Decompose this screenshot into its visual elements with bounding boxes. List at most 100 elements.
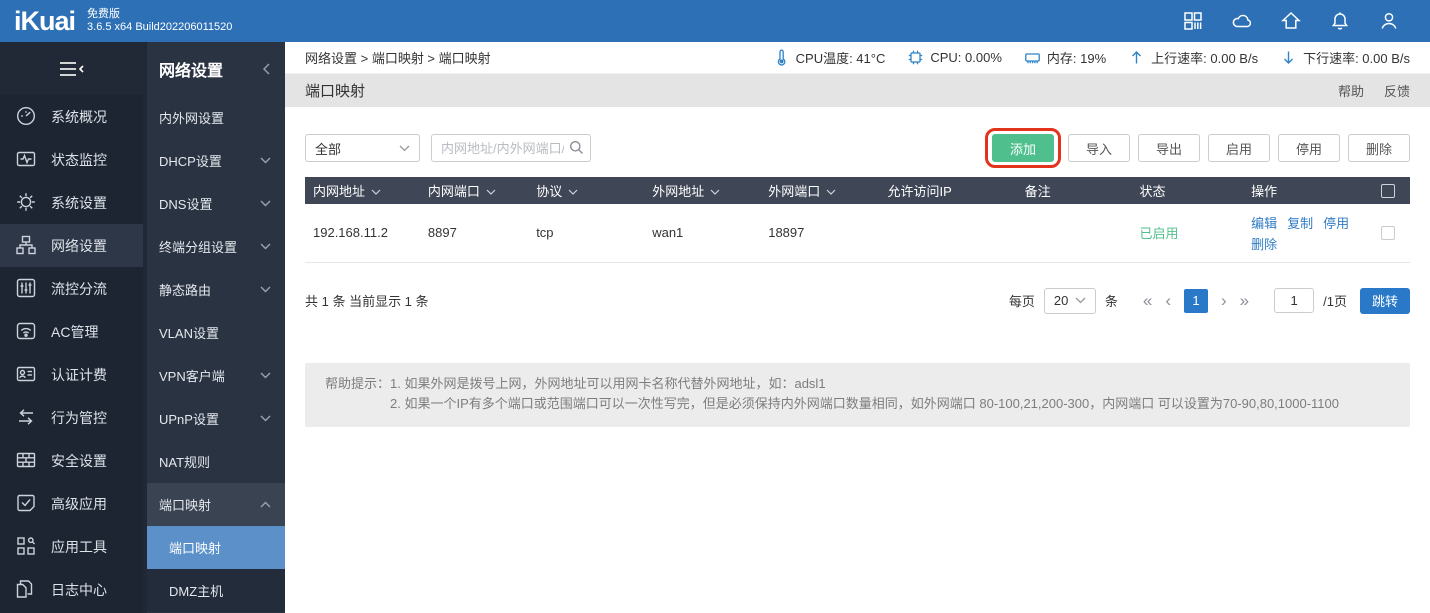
sidebar-item-advanced-apps[interactable]: 高级应用 <box>0 482 143 525</box>
select-all-checkbox[interactable] <box>1381 183 1396 198</box>
enable-button[interactable]: 启用 <box>1208 134 1270 162</box>
next-page-button[interactable]: › <box>1219 292 1229 309</box>
cell-remark <box>1016 204 1132 263</box>
port-mapping-table: 内网地址 内网端口 协议 外网地址 外网端口 允许访问IP 备注 状态 操作 1… <box>305 177 1410 263</box>
sidebar-item-label: 系统设置 <box>51 194 107 211</box>
table-row: 192.168.11.2 8897 tcp wan1 18897 已启用 编辑 … <box>305 204 1410 263</box>
memory-stat: 内存: 19% <box>1024 48 1106 67</box>
sidebar-item-label: 高级应用 <box>51 495 107 512</box>
col-wan-port[interactable]: 外网端口 <box>760 177 880 204</box>
search-icon[interactable] <box>569 140 584 155</box>
first-page-button[interactable]: « <box>1141 292 1154 309</box>
per-page-select[interactable]: 20 <box>1043 287 1096 314</box>
sidebar-item-label: 行为管控 <box>51 409 107 426</box>
prev-page-button[interactable]: ‹ <box>1163 292 1173 309</box>
network-icon <box>15 234 39 258</box>
sidebar-item-app-tools[interactable]: 应用工具 <box>0 525 143 568</box>
submenu-item-port-mapping-parent[interactable]: 端口映射 <box>143 483 285 526</box>
submenu-header: 网络设置 <box>143 42 285 96</box>
status-filter-select[interactable]: 全部 <box>305 134 420 162</box>
cell-wan-ip: wan1 <box>644 204 761 263</box>
content-area: 全部 添加 导入 导出 启用 停用 删除 <box>285 107 1430 427</box>
logo-text: iKuai <box>14 5 76 36</box>
copy-link[interactable]: 复制 <box>1287 213 1313 232</box>
row-checkbox[interactable] <box>1381 225 1396 240</box>
submenu-item-label: 端口映射 <box>159 498 212 513</box>
sort-chevron-icon[interactable] <box>568 183 578 198</box>
delete-link[interactable]: 删除 <box>1251 234 1277 253</box>
sidebar-item-system-overview[interactable]: 系统概况 <box>0 95 143 138</box>
disable-button[interactable]: 停用 <box>1278 134 1340 162</box>
search-input[interactable] <box>431 134 591 162</box>
cloud-icon[interactable] <box>1231 10 1253 32</box>
stop-link[interactable]: 停用 <box>1323 213 1349 232</box>
main-sidebar: 系统概况 状态监控 系统设置 网络设置 流控分流 AC管理 认证计费 行为管控 <box>0 42 143 613</box>
submenu-item-dhcp[interactable]: DHCP设置 <box>143 139 285 182</box>
submenu-item-label: VLAN设置 <box>159 326 219 341</box>
sort-chevron-icon[interactable] <box>371 183 381 198</box>
submenu-item-vpn-client[interactable]: VPN客户端 <box>143 354 285 397</box>
download-rate-label: 下行速率: 0.00 B/s <box>1303 51 1410 66</box>
logo[interactable]: iKuai 免费版 3.6.5 x64 Build202206011520 <box>0 5 232 36</box>
sidebar-item-ac-management[interactable]: AC管理 <box>0 310 143 353</box>
col-lan-port[interactable]: 内网端口 <box>419 177 529 204</box>
sort-chevron-icon[interactable] <box>486 183 496 198</box>
home-icon[interactable] <box>1280 10 1302 32</box>
jump-button[interactable]: 跳转 <box>1359 287 1410 314</box>
logs-icon <box>15 578 39 602</box>
main-content: 网络设置 > 端口映射 > 端口映射 CPU温度: 41°C CPU: 0.00… <box>285 42 1430 613</box>
export-button[interactable]: 导出 <box>1138 134 1200 162</box>
submenu-item-nat-rules[interactable]: NAT规则 <box>143 440 285 483</box>
download-rate-stat: 下行速率: 0.00 B/s <box>1280 48 1410 67</box>
submenu-item-dmz-host[interactable]: DMZ主机 <box>143 569 285 612</box>
last-page-button[interactable]: » <box>1238 292 1251 309</box>
submenu-item-port-mapping[interactable]: 端口映射 <box>143 526 285 569</box>
sidebar-item-flow-control[interactable]: 流控分流 <box>0 267 143 310</box>
edit-link[interactable]: 编辑 <box>1251 213 1277 232</box>
bell-icon[interactable] <box>1329 10 1351 32</box>
jump-page-input[interactable] <box>1274 288 1315 313</box>
download-arrow-icon <box>1280 49 1297 66</box>
version-block: 免费版 3.6.5 x64 Build202206011520 <box>87 8 232 34</box>
memory-label: 内存: 19% <box>1046 51 1107 66</box>
collapse-menu-button[interactable] <box>0 42 143 95</box>
col-protocol[interactable]: 协议 <box>528 177 645 204</box>
submenu-item-terminal-groups[interactable]: 终端分组设置 <box>143 225 285 268</box>
cell-select <box>1373 204 1410 263</box>
col-lan-ip[interactable]: 内网地址 <box>305 177 420 204</box>
submenu-title: 网络设置 <box>159 63 224 80</box>
submenu-item-label: 终端分组设置 <box>159 240 238 255</box>
sort-chevron-icon[interactable] <box>826 183 836 198</box>
help-line-2: 2. 如果一个IP有多个端口或范围端口可以一次性写完，但是必须保持内外网端口数量… <box>390 395 1339 411</box>
delete-button[interactable]: 删除 <box>1348 134 1410 162</box>
col-wan-ip[interactable]: 外网地址 <box>644 177 761 204</box>
sidebar-item-network-settings[interactable]: 网络设置 <box>0 224 143 267</box>
chevron-down-icon <box>260 415 271 422</box>
submenu-scrollbar[interactable] <box>143 42 147 613</box>
submenu-item-static-routes[interactable]: 静态路由 <box>143 268 285 311</box>
sidebar-item-system-settings[interactable]: 系统设置 <box>0 181 143 224</box>
cell-status: 已启用 <box>1131 204 1244 263</box>
sidebar-item-security-settings[interactable]: 安全设置 <box>0 439 143 482</box>
sidebar-item-behavior-control[interactable]: 行为管控 <box>0 396 143 439</box>
help-link[interactable]: 帮助 <box>1338 81 1364 100</box>
user-icon[interactable] <box>1378 10 1400 32</box>
page-number-button[interactable]: 1 <box>1184 288 1208 313</box>
submenu-item-wan-lan[interactable]: 内外网设置 <box>143 96 285 139</box>
col-status: 状态 <box>1131 177 1244 204</box>
submenu-item-label: DNS设置 <box>159 197 213 212</box>
help-line-1: 1. 如果外网是拨号上网，外网地址可以用网卡名称代替外网地址，如：adsl1 <box>390 375 826 391</box>
sort-chevron-icon[interactable] <box>710 183 720 198</box>
sidebar-item-log-center[interactable]: 日志中心 <box>0 568 143 611</box>
add-button[interactable]: 添加 <box>992 134 1054 162</box>
submenu-item-upnp[interactable]: UPnP设置 <box>143 397 285 440</box>
collapse-submenu-icon[interactable] <box>262 63 271 75</box>
cell-wan-port: 18897 <box>760 204 880 263</box>
import-button[interactable]: 导入 <box>1068 134 1130 162</box>
apps-icon[interactable] <box>1182 10 1204 32</box>
sidebar-item-status-monitor[interactable]: 状态监控 <box>0 138 143 181</box>
submenu-item-dns[interactable]: DNS设置 <box>143 182 285 225</box>
feedback-link[interactable]: 反馈 <box>1384 81 1410 100</box>
submenu-item-vlan[interactable]: VLAN设置 <box>143 311 285 354</box>
sidebar-item-auth-billing[interactable]: 认证计费 <box>0 353 143 396</box>
